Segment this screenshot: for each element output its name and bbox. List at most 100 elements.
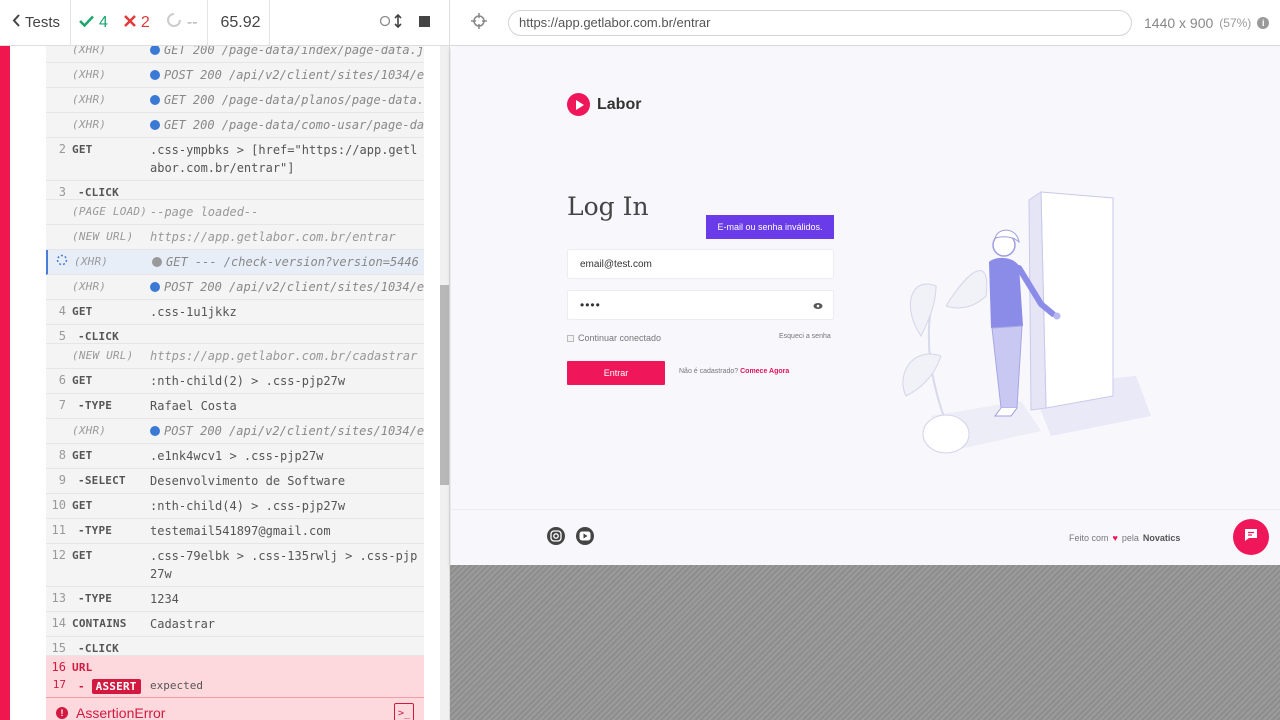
made-by-brand[interactable]: Novatics [1143,533,1181,543]
command-message: .css-79elbk > .css-135rwlj > .css-pjp27w [150,549,418,581]
password-value: •••• [580,298,601,312]
command-number [46,200,72,224]
command-log: (XHR) GET 200 /page-data/index/page-data.… [46,46,424,720]
command-row[interactable]: 7 -TYPE Rafael Costa [46,394,424,419]
assertion-error-panel[interactable]: ! AssertionError >_ [46,697,424,720]
command-row[interactable]: (XHR) GET 200 /page-data/como-usar/page-d… [46,113,424,138]
command-row[interactable]: (NEW URL) https://app.getlabor.com.br/cad… [46,344,424,369]
stop-button[interactable] [408,0,440,46]
command-row[interactable]: 11 -TYPE testemail541897@gmail.com [46,519,424,544]
command-number: 7 [58,398,66,412]
remember-me-checkbox[interactable]: Continuar conectado [567,333,661,343]
aut-background [450,565,1280,720]
scrollbar-thumb[interactable] [440,285,449,485]
youtube-icon[interactable] [576,527,594,545]
failed-url-row[interactable]: 16 URL [46,656,424,674]
command-row[interactable]: 6 GET:nth-child(2) > .css-pjp27w [46,369,424,394]
command-row[interactable]: (NEW URL) https://app.getlabor.com.br/ent… [46,225,424,250]
instagram-icon[interactable] [547,527,565,545]
xhr-request: POST 200 /api/v2/client/sites/1034/event… [164,424,424,438]
command-message: .e1nk4wcv1 > .css-pjp27w [150,449,324,463]
info-icon[interactable]: i [1257,16,1270,29]
command-row[interactable]: (XHR) POST 200 /api/v2/client/sites/1034/… [46,63,424,88]
command-name: GET [72,374,93,387]
command-name: (XHR) [72,93,107,106]
command-row[interactable]: 14 CONTAINS Cadastrar [46,612,424,637]
assert-expected: expected [150,679,203,692]
command-message: GET 200 /page-data/index/page-data.json [150,46,424,62]
command-row[interactable]: 10 GET:nth-child(4) > .css-pjp27w [46,494,424,519]
command-row[interactable]: (XHR) GET 200 /page-data/index/page-data.… [46,46,424,63]
command-number: 5 [58,329,66,343]
command-row[interactable]: 5 -CLICK [46,325,424,344]
chevron-left-icon [12,14,21,31]
login-button[interactable]: Entrar [567,361,665,385]
command-message: Cadastrar [150,617,216,631]
command-row[interactable]: (XHR) GET 200 /page-data/planos/page-data… [46,88,424,113]
command-name: GET [72,499,93,512]
test-runner-panel: Tests 4 2 -- 65.92 (XHR) GET 200 /page-d… [0,0,450,720]
pending-count: -- [158,0,209,46]
chat-button[interactable] [1233,519,1269,555]
app-footer: Feito com ♥ pela Novatics [451,509,1280,565]
terminal-icon[interactable]: >_ [394,703,414,720]
scroll-toggle-icon [379,13,405,32]
command-row[interactable]: 9 -SELECT Desenvolvimento de Software [46,469,424,494]
runner-header: Tests 4 2 -- 65.92 [0,0,449,46]
command-row[interactable]: 8 GET .e1nk4wcv1 > .css-pjp27w [46,444,424,469]
xhr-request: GET 200 /page-data/index/page-data.json [164,46,424,57]
command-row[interactable]: 12 GET .css-79elbk > .css-135rwlj > .css-p… [46,544,424,587]
command-name: -TYPE [78,592,113,605]
forgot-password-link[interactable]: Esqueci a senha [779,333,831,340]
command-name: CONTAINS [72,617,127,630]
password-field[interactable]: •••• [567,290,834,320]
command-number [46,275,72,299]
command-row[interactable]: 2 GET .css-ympbks > [href="https://app.get… [46,138,424,181]
command-row[interactable]: 4 GET .css-1u1jkkz [46,300,424,325]
eye-icon[interactable] [813,300,823,310]
tests-back-button[interactable]: Tests [0,0,72,46]
command-name: (XHR) [72,424,107,437]
command-number [46,225,72,249]
command-row[interactable]: (XHR) POST 200 /api/v2/client/sites/1034/… [46,275,424,300]
status-dot-icon [152,257,162,267]
command-message: :nth-child(4) > .css-pjp27w [150,499,346,513]
failed-test-indicator [0,46,10,720]
play-icon [567,93,590,116]
viewport-zoom: (57%) [1219,15,1252,30]
command-number: 12 [51,548,66,562]
email-value: email@test.com [580,258,652,270]
command-message: https://app.getlabor.com.br/cadastrar [150,349,418,363]
aut-header: https://app.getlabor.com.br/entrar 1440 … [450,0,1280,46]
heart-icon: ♥ [1112,533,1118,543]
command-name: -TYPE [78,524,113,537]
command-row[interactable]: (XHR) GET --- /check-version?version=5446 [46,250,424,275]
command-number: 13 [51,591,66,605]
xhr-request: GET --- /check-version?version=5446 [166,255,419,269]
error-icon: ! [56,706,68,719]
command-number: 8 [58,448,66,462]
aut-iframe: Labor Log In E-mail ou senha inválidos. … [451,46,1280,565]
status-dot-icon [150,282,160,292]
command-name: (XHR) [72,68,107,81]
status-dot-icon [150,120,160,130]
email-field[interactable]: email@test.com [567,249,834,279]
selector-playground-button[interactable] [450,12,508,33]
made-by-mid: pela [1121,533,1139,543]
command-number: 14 [51,616,66,630]
command-row[interactable]: 13 -TYPE 1234 [46,587,424,612]
error-toast: E-mail ou senha inválidos. [706,215,834,239]
error-title: AssertionError [76,704,166,720]
command-row[interactable]: 15 -CLICK [46,637,424,656]
aut-url-bar[interactable]: https://app.getlabor.com.br/entrar [508,9,1132,36]
labor-logo[interactable]: Labor [567,93,641,116]
signup-link[interactable]: Comece Agora [740,368,789,375]
command-row[interactable]: 3 -CLICK [46,181,424,200]
command-row[interactable]: (XHR) POST 200 /api/v2/client/sites/1034/… [46,419,424,444]
command-message: :nth-child(2) > .css-pjp27w [150,374,346,388]
auto-scroll-toggle[interactable] [376,0,408,46]
failed-count: 2 [116,0,158,46]
command-number: 16 [51,660,66,674]
passed-count: 4 [71,0,116,46]
command-row[interactable]: (PAGE LOAD) --page loaded-- [46,200,424,225]
